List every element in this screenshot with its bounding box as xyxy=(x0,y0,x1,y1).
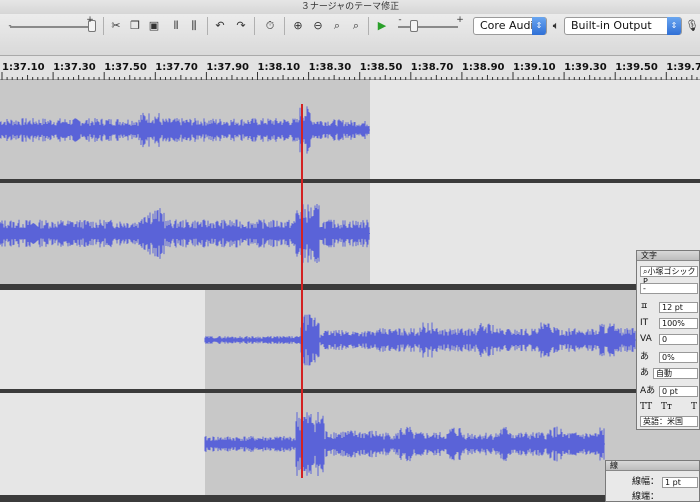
timeline-ruler[interactable]: 1:37.10 1:37.30 1:37.50 1:37.70 1:37.90 1:38.… xyxy=(0,56,700,80)
play-at-speed-icon[interactable]: ▶ xyxy=(374,18,390,34)
track-background xyxy=(0,393,205,495)
mojikumi-field[interactable]: 自動 xyxy=(653,368,698,379)
paste-icon[interactable]: ▣ xyxy=(146,18,162,34)
sync-lock-icon[interactable]: ⏱ xyxy=(262,18,278,34)
tracking-field[interactable]: 0 pt xyxy=(659,386,698,397)
tracking-icon: Aあ xyxy=(640,386,656,396)
language-value: 英語：米国 xyxy=(643,417,683,426)
play-speed-thumb[interactable] xyxy=(410,20,418,32)
slider-plus-label: + xyxy=(86,15,94,25)
waveform xyxy=(0,290,700,390)
ruler-label: 1:38.50 xyxy=(359,62,403,73)
output-device-select[interactable]: Built-in Output ⇕ xyxy=(564,17,682,35)
microphone-icon: 🎙︎ xyxy=(685,19,699,32)
window-title: ３ナージャのテーマ修正 xyxy=(0,0,700,14)
ruler-label: 1:39.70 xyxy=(666,62,700,73)
redo-icon[interactable]: ↷ xyxy=(233,18,249,34)
scale-value: 100% xyxy=(662,319,685,328)
font-style-value: - xyxy=(643,284,646,293)
cut-icon[interactable]: ✂ xyxy=(108,18,124,34)
tsume-icon: あ xyxy=(640,352,650,362)
tsume-field[interactable]: 0% xyxy=(659,352,698,363)
track-2-channel-right[interactable] xyxy=(0,393,700,495)
track-2-channel-left[interactable] xyxy=(0,290,700,390)
waveform xyxy=(0,183,700,284)
ruler-label: 1:38.30 xyxy=(308,62,352,73)
toolbar: - + ✂ ❐ ▣ ⫴ ⫼ ↶ ↷ ⏱ ⊕ ⊖ ⌕ ⌕ ▶ - + Core A… xyxy=(0,14,700,56)
stroke-panel: 線 線幅： 1 pt 線端： xyxy=(605,460,700,502)
speed-plus-label: + xyxy=(456,15,464,25)
font-family-field[interactable]: ⌕小塚ゴシック P xyxy=(640,266,698,286)
character-panel: 文字 ⌕小塚ゴシック P - ㅍ 12 pt ⅠT 100% VA 0 あ 0%… xyxy=(636,250,700,430)
playhead-cursor[interactable] xyxy=(301,104,303,478)
ruler-label: 1:39.30 xyxy=(564,62,607,73)
play-speed-track[interactable] xyxy=(398,26,458,28)
track-1-channel-right[interactable] xyxy=(0,183,700,284)
font-style-field[interactable]: - xyxy=(640,283,698,294)
toolbar-separator xyxy=(368,17,369,35)
silence-icon[interactable]: ⫼ xyxy=(186,18,202,34)
ruler-label: 1:38.90 xyxy=(461,62,505,73)
ruler-label: 1:39.10 xyxy=(513,62,556,73)
track-background xyxy=(370,80,700,180)
stroke-cap-label: 線端： xyxy=(632,492,660,502)
kerning-icon: VA xyxy=(640,334,652,344)
output-device-value: Built-in Output xyxy=(571,19,652,32)
stroke-width-value: 1 pt xyxy=(665,478,681,487)
waveform xyxy=(0,393,700,495)
small-caps-button[interactable]: Tт xyxy=(661,401,672,413)
ruler-label: 1:39.50 xyxy=(615,62,658,73)
chevron-updown-icon: ⇕ xyxy=(532,17,546,35)
track-separator xyxy=(0,495,700,502)
kerning-field[interactable]: 0 xyxy=(659,334,698,345)
mojikumi-value: 自動 xyxy=(656,369,672,378)
ruler-label: 1:37.50 xyxy=(104,62,147,73)
toolbar-separator xyxy=(103,17,104,35)
vertical-scale-icon: ⅠT xyxy=(640,318,649,328)
audacity-window: ３ナージャのテーマ修正 - + ✂ ❐ ▣ ⫴ ⫼ ↶ ↷ ⏱ ⊕ ⊖ ⌕ ⌕ … xyxy=(0,0,700,502)
mojikumi-icon: あ xyxy=(640,368,650,378)
undo-icon[interactable]: ↶ xyxy=(212,18,228,34)
font-size-value: 12 pt xyxy=(662,303,683,312)
ruler-label: 1:37.10 xyxy=(2,62,45,73)
chevron-updown-icon: ⇕ xyxy=(667,17,681,35)
toolbar-separator xyxy=(207,17,208,35)
font-size-icon: ㅍ xyxy=(640,302,649,312)
stroke-panel-title: 線 xyxy=(606,461,699,471)
zoom-in-icon[interactable]: ⊕ xyxy=(290,18,306,34)
tsume-value: 0% xyxy=(662,353,675,362)
fit-project-icon[interactable]: ⌕ xyxy=(348,18,364,34)
stroke-width-field[interactable]: 1 pt xyxy=(662,477,698,488)
track-1-channel-left[interactable] xyxy=(0,80,700,180)
tracking-value: 0 pt xyxy=(662,387,678,396)
waveform xyxy=(0,80,700,180)
toolbar-separator xyxy=(254,17,255,35)
font-size-field[interactable]: 12 pt xyxy=(659,302,698,313)
speaker-icon: 🔈︎ xyxy=(552,19,560,32)
track-background xyxy=(0,290,205,390)
ruler-label: 1:38.10 xyxy=(257,62,301,73)
kerning-value: 0 xyxy=(662,335,668,344)
fit-selection-icon[interactable]: ⌕ xyxy=(329,18,345,34)
scale-field[interactable]: 100% xyxy=(659,318,698,329)
zoom-out-icon[interactable]: ⊖ xyxy=(310,18,326,34)
ruler-label: 1:38.70 xyxy=(410,62,454,73)
superscript-button[interactable]: T xyxy=(691,401,697,413)
language-select[interactable]: 英語：米国 xyxy=(640,416,698,427)
all-caps-button[interactable]: TT xyxy=(640,401,652,413)
toolbar-separator xyxy=(284,17,285,35)
trim-icon[interactable]: ⫴ xyxy=(168,18,184,34)
ruler-label: 1:37.70 xyxy=(155,62,198,73)
ruler-label: 1:37.30 xyxy=(53,62,96,73)
copy-icon[interactable]: ❐ xyxy=(127,18,143,34)
stroke-width-label: 線幅： xyxy=(632,477,660,487)
ruler-label: 1:37.90 xyxy=(206,62,249,73)
audio-host-select[interactable]: Core Audio ⇕ xyxy=(473,17,547,35)
character-panel-title: 文字 xyxy=(637,251,699,261)
playback-level-track[interactable] xyxy=(10,26,90,28)
